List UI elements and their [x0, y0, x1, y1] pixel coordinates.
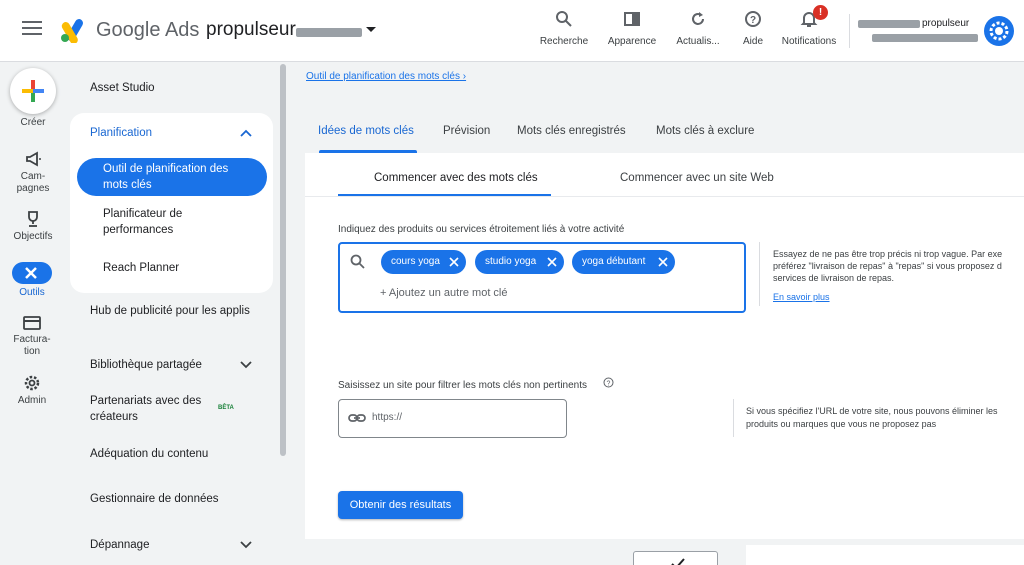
search-icon: [350, 254, 365, 269]
nav-content-suitability[interactable]: Adéquation du contenu: [90, 446, 208, 462]
learn-more-link[interactable]: En savoir plus: [773, 292, 830, 302]
nav-keyword-planner[interactable]: Outil de planification des mots clés: [103, 161, 253, 193]
site-help-line2: produits ou marques que vous ne proposez…: [746, 419, 937, 429]
nav-reach-planner[interactable]: Reach Planner: [103, 260, 179, 276]
tab-negative-keywords[interactable]: Mots clés à exclure: [656, 125, 754, 137]
beta-badge: BÊTA: [218, 405, 234, 411]
subtab-start-with-keywords[interactable]: Commencer avec des mots clés: [374, 172, 538, 184]
account-name[interactable]: propulseur: [206, 19, 296, 41]
checkmark-icon: [671, 558, 685, 565]
rail-tools-label: Outils: [19, 287, 45, 298]
chevron-up-icon[interactable]: [240, 129, 252, 137]
chevron-down-icon[interactable]: [240, 361, 252, 369]
keyword-chip[interactable]: studio yoga: [475, 250, 564, 274]
nav-asset-studio[interactable]: Asset Studio: [90, 80, 155, 96]
breadcrumb[interactable]: Outil de planification des mots clés ›: [306, 71, 466, 82]
keywords-help-line3: services de livraison de repas.: [773, 273, 895, 283]
rail-billing-label: Factura-tion: [13, 334, 51, 357]
nav-data-manager[interactable]: Gestionnaire de données: [90, 491, 219, 507]
rail-campaigns[interactable]: Cam-pagnes: [1, 150, 65, 195]
notification-badge: !: [813, 5, 828, 20]
redacted-customer-id: [858, 20, 920, 28]
site-help-divider: [733, 399, 734, 437]
help-divider: [759, 242, 760, 306]
bottom-action-button[interactable]: [633, 551, 718, 565]
rail-billing[interactable]: Factura-tion: [0, 315, 64, 358]
rail-goals-label: Objectifs: [13, 231, 53, 242]
bell-icon: [770, 10, 848, 32]
redacted-account-id: [296, 28, 362, 37]
rail-tools[interactable]: Outils: [0, 262, 64, 299]
help-label: Aide: [742, 36, 763, 47]
link-icon: [348, 414, 366, 422]
billing-icon: [23, 316, 41, 330]
nav-troubleshooting[interactable]: Dépannage: [90, 537, 149, 553]
account-dropdown-icon[interactable]: [366, 27, 376, 32]
subtab-start-with-website[interactable]: Commencer avec un site Web: [620, 172, 774, 184]
site-url-placeholder: https://: [372, 412, 403, 423]
site-help-line1: Si vous spécifiez l'URL de votre site, n…: [746, 406, 998, 416]
keyword-chip-label: studio yoga: [485, 256, 537, 267]
subtab-divider: [305, 196, 1024, 197]
keywords-label: Indiquez des produits ou services étroit…: [338, 224, 625, 235]
keywords-help-line1: Essayez de ne pas être trop précis ni tr…: [773, 249, 1003, 259]
gear-icon: [24, 375, 40, 391]
trophy-icon: [28, 211, 38, 227]
search-icon: [525, 10, 603, 32]
search-label: Recherche: [539, 36, 589, 47]
notifications-label: Notifications: [781, 36, 837, 47]
appearance-label: Apparence: [607, 36, 657, 47]
rail-goals[interactable]: Objectifs: [1, 210, 65, 243]
main-menu-button[interactable]: [22, 21, 42, 39]
nav-planning[interactable]: Planification: [90, 125, 152, 141]
nav-shared-library[interactable]: Bibliothèque partagée: [90, 357, 202, 373]
add-keyword-input[interactable]: + Ajoutez un autre mot clé: [380, 287, 508, 299]
keyword-chip[interactable]: yoga débutant: [572, 250, 675, 274]
keyword-ideas-card: [305, 153, 1024, 539]
plus-icon: [22, 80, 44, 102]
header-divider: [849, 14, 850, 48]
tools-icon: [12, 262, 52, 284]
get-results-button[interactable]: Obtenir des résultats: [338, 491, 463, 519]
svg-text:?: ?: [750, 15, 756, 26]
rail-campaigns-label: Cam-pagnes: [16, 171, 50, 194]
avatar-gear-icon: [989, 21, 1009, 41]
tab-forecast[interactable]: Prévision: [443, 125, 490, 137]
search-button[interactable]: Recherche: [525, 10, 603, 47]
close-icon[interactable]: [547, 257, 557, 267]
keyword-chip-label: cours yoga: [391, 256, 440, 267]
nav-scrollbar[interactable]: [280, 64, 286, 456]
tab-saved-keywords[interactable]: Mots clés enregistrés: [517, 125, 626, 137]
google-ads-logo: [61, 19, 83, 43]
close-icon[interactable]: [658, 257, 668, 267]
svg-text:?: ?: [607, 381, 611, 388]
keyword-chip-label: yoga débutant: [582, 256, 646, 267]
rail-admin[interactable]: Admin: [0, 374, 64, 407]
keywords-help-line2: préférez "livraison de repas" à "repas" …: [773, 261, 1002, 271]
user-account-name: propulseur: [922, 18, 970, 29]
keyword-chip[interactable]: cours yoga: [381, 250, 466, 274]
chevron-down-icon[interactable]: [240, 541, 252, 549]
nav-creator-partnerships[interactable]: Partenariats avec des créateurs: [90, 393, 215, 425]
redacted-user-email: [872, 34, 978, 42]
close-icon[interactable]: [449, 257, 459, 267]
nav-performance-planner[interactable]: Planificateur de performances: [103, 206, 223, 238]
nav-ad-hub[interactable]: Hub de publicité pour les applis: [90, 303, 250, 319]
top-header: Google Ads propulseur Recherche Apparenc…: [0, 0, 1024, 62]
megaphone-icon: [26, 151, 41, 167]
create-button[interactable]: [10, 68, 56, 114]
notifications-button[interactable]: ! Notifications: [770, 5, 848, 47]
site-filter-label: Saisissez un site pour filtrer les mots …: [338, 380, 587, 391]
user-avatar[interactable]: [984, 16, 1014, 46]
help-circle-icon[interactable]: ?: [603, 377, 614, 388]
tab-keyword-ideas[interactable]: Idées de mots clés: [318, 125, 414, 137]
rail-create-label: Créer: [20, 117, 46, 128]
results-panel: [746, 545, 1024, 565]
brand-name: Google Ads: [96, 19, 200, 41]
rail-admin-label: Admin: [17, 395, 47, 406]
